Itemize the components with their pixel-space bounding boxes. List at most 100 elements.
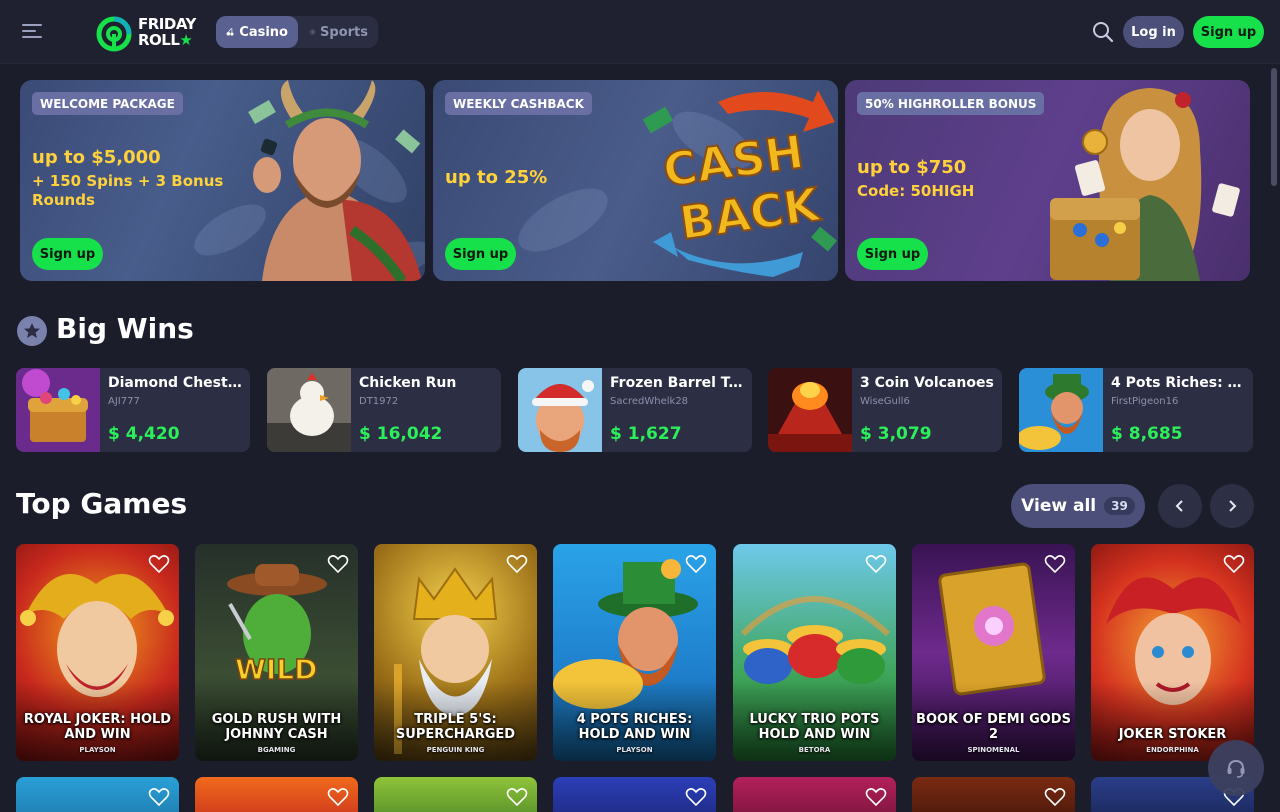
big-win-card[interactable]: 3 Coin Volcanoes WiseGull6 $ 3,079 — [768, 368, 1002, 452]
casino-sports-switcher: Casino Sports — [216, 16, 378, 48]
banner-tag: 50% HIGHROLLER BONUS — [857, 92, 1045, 115]
game-card[interactable] — [374, 777, 537, 812]
win-username: DT1972 — [359, 396, 399, 407]
game-card[interactable] — [912, 777, 1075, 812]
game-card[interactable]: JOKER STOKER ENDORPHINA — [1091, 544, 1254, 761]
favorite-heart-icon[interactable] — [1044, 787, 1066, 807]
view-all-button[interactable]: View all 39 — [1011, 484, 1145, 528]
four-pots-riches-thumbnail — [1019, 368, 1103, 452]
scrollbar-thumb[interactable] — [1271, 68, 1277, 186]
win-game-name: Frozen Barrel Ta... — [610, 375, 746, 391]
favorite-heart-icon[interactable] — [1044, 554, 1066, 574]
favorite-heart-icon[interactable] — [148, 554, 170, 574]
menu-icon[interactable] — [22, 24, 42, 40]
game-card[interactable]: LUCKY TRIO POTS HOLD AND WIN BETORA — [733, 544, 896, 761]
banner-tag: WELCOME PACKAGE — [32, 92, 183, 115]
chevron-right-icon — [1229, 500, 1237, 512]
win-amount: $ 4,420 — [108, 424, 180, 444]
game-card[interactable] — [16, 777, 179, 812]
favorite-heart-icon[interactable] — [506, 787, 528, 807]
game-provider: BETORA — [798, 746, 831, 754]
favorite-heart-icon[interactable] — [148, 787, 170, 807]
game-provider: PLAYSON — [616, 746, 653, 754]
banner-signup-button[interactable]: Sign up — [32, 238, 103, 270]
top-games-title: Top Games — [16, 487, 188, 520]
win-username: WiseGull6 — [860, 396, 910, 407]
favorite-heart-icon[interactable] — [865, 554, 887, 574]
game-card[interactable] — [733, 777, 896, 812]
diamond-chest-thumbnail — [16, 368, 100, 452]
view-all-count-badge: 39 — [1104, 497, 1135, 515]
promo-banner-highroller[interactable]: 50% HIGHROLLER BONUS up to $750 Code: 50… — [845, 80, 1250, 281]
favorite-heart-icon[interactable] — [327, 554, 349, 574]
big-win-card[interactable]: Frozen Barrel Ta... SacredWhelk28 $ 1,62… — [518, 368, 752, 452]
logo-ring-icon — [96, 16, 132, 52]
banner-signup-button[interactable]: Sign up — [445, 238, 516, 270]
win-amount: $ 1,627 — [610, 424, 682, 444]
support-chat-button[interactable] — [1208, 740, 1264, 796]
promo-banner-cashback[interactable]: CASH BACK WEEKLY CASHBACK up to 25% Sign… — [433, 80, 838, 281]
game-card[interactable]: WILD GOLD RUSH WITH JOHNNY CASH BGAMING — [195, 544, 358, 761]
game-card[interactable] — [195, 777, 358, 812]
banner-signup-button[interactable]: Sign up — [857, 238, 928, 270]
game-provider: PLAYSON — [79, 746, 116, 754]
big-win-card[interactable]: 4 Pots Riches: H... FirstPigeon16 $ 8,68… — [1019, 368, 1253, 452]
site-logo[interactable]: FRIDAY ROLL★ — [96, 14, 206, 52]
frozen-barrel-thumbnail — [518, 368, 602, 452]
game-title: GOLD RUSH WITH JOHNNY CASH — [211, 712, 342, 742]
login-button[interactable]: Log in — [1123, 16, 1184, 48]
win-amount: $ 3,079 — [860, 424, 932, 444]
headset-icon — [1227, 759, 1245, 778]
game-title: LUCKY TRIO POTS HOLD AND WIN — [749, 712, 880, 742]
tab-casino[interactable]: Casino — [216, 16, 298, 48]
game-provider: SPINOMENAL — [967, 746, 1020, 754]
win-amount: $ 16,042 — [359, 424, 443, 444]
game-title: ROYAL JOKER: HOLD AND WIN — [23, 712, 172, 742]
coin-volcanoes-thumbnail — [768, 368, 852, 452]
satyr-character-illustration — [248, 80, 422, 281]
signup-button[interactable]: Sign up — [1193, 16, 1264, 48]
tab-casino-label: Casino — [239, 24, 288, 40]
favorite-heart-icon[interactable] — [506, 554, 528, 574]
game-provider: BGAMING — [257, 746, 296, 754]
tab-sports[interactable]: Sports — [300, 16, 378, 48]
banner-tag: WEEKLY CASHBACK — [445, 92, 592, 115]
star-badge-icon — [17, 316, 47, 346]
logo-star-icon: ★ — [179, 31, 193, 49]
banner-subtitle: + 150 Spins + 3 Bonus Rounds — [32, 172, 224, 209]
top-header: FRIDAY ROLL★ Casino Sports Log in Sign u… — [0, 0, 1280, 64]
win-game-name: 3 Coin Volcanoes — [860, 375, 994, 391]
search-icon[interactable] — [1092, 21, 1114, 43]
view-all-label: View all — [1021, 496, 1097, 516]
banner-title: up to $5,000 — [32, 147, 161, 168]
game-title: BOOK OF DEMI GODS 2 — [916, 712, 1071, 742]
banner-title: up to 25% — [445, 167, 548, 188]
game-provider: PENGUIN KING — [426, 746, 485, 754]
logo-text-line2: ROLL — [138, 31, 180, 49]
big-win-card[interactable]: Diamond Chest ... AJI777 $ 4,420 — [16, 368, 250, 452]
promo-banner-welcome[interactable]: WELCOME PACKAGE up to $5,000 + 150 Spins… — [20, 80, 425, 281]
win-game-name: Diamond Chest ... — [108, 375, 244, 391]
big-wins-title: Big Wins — [56, 312, 194, 345]
favorite-heart-icon[interactable] — [685, 787, 707, 807]
game-card[interactable] — [553, 777, 716, 812]
woman-treasure-illustration — [1050, 88, 1240, 281]
big-win-card[interactable]: Chicken Run DT1972 $ 16,042 — [267, 368, 501, 452]
favorite-heart-icon[interactable] — [1223, 554, 1245, 574]
chicken-run-thumbnail — [267, 368, 351, 452]
game-card[interactable]: ROYAL JOKER: HOLD AND WIN PLAYSON — [16, 544, 179, 761]
game-title: 4 POTS RICHES: HOLD AND WIN — [576, 712, 693, 742]
favorite-heart-icon[interactable] — [865, 787, 887, 807]
carousel-next-button[interactable] — [1210, 484, 1254, 528]
win-username: AJI777 — [108, 396, 140, 407]
carousel-prev-button[interactable] — [1158, 484, 1202, 528]
cherries-icon — [226, 28, 234, 36]
game-card[interactable]: 4 POTS RICHES: HOLD AND WIN PLAYSON — [553, 544, 716, 761]
game-card[interactable]: BOOK OF DEMI GODS 2 SPINOMENAL — [912, 544, 1075, 761]
favorite-heart-icon[interactable] — [327, 787, 349, 807]
soccer-ball-icon — [310, 29, 315, 35]
win-username: FirstPigeon16 — [1111, 396, 1179, 407]
game-card[interactable]: TRIPLE 5'S: SUPERCHARGED PENGUIN KING — [374, 544, 537, 761]
favorite-heart-icon[interactable] — [685, 554, 707, 574]
win-username: SacredWhelk28 — [610, 396, 689, 407]
